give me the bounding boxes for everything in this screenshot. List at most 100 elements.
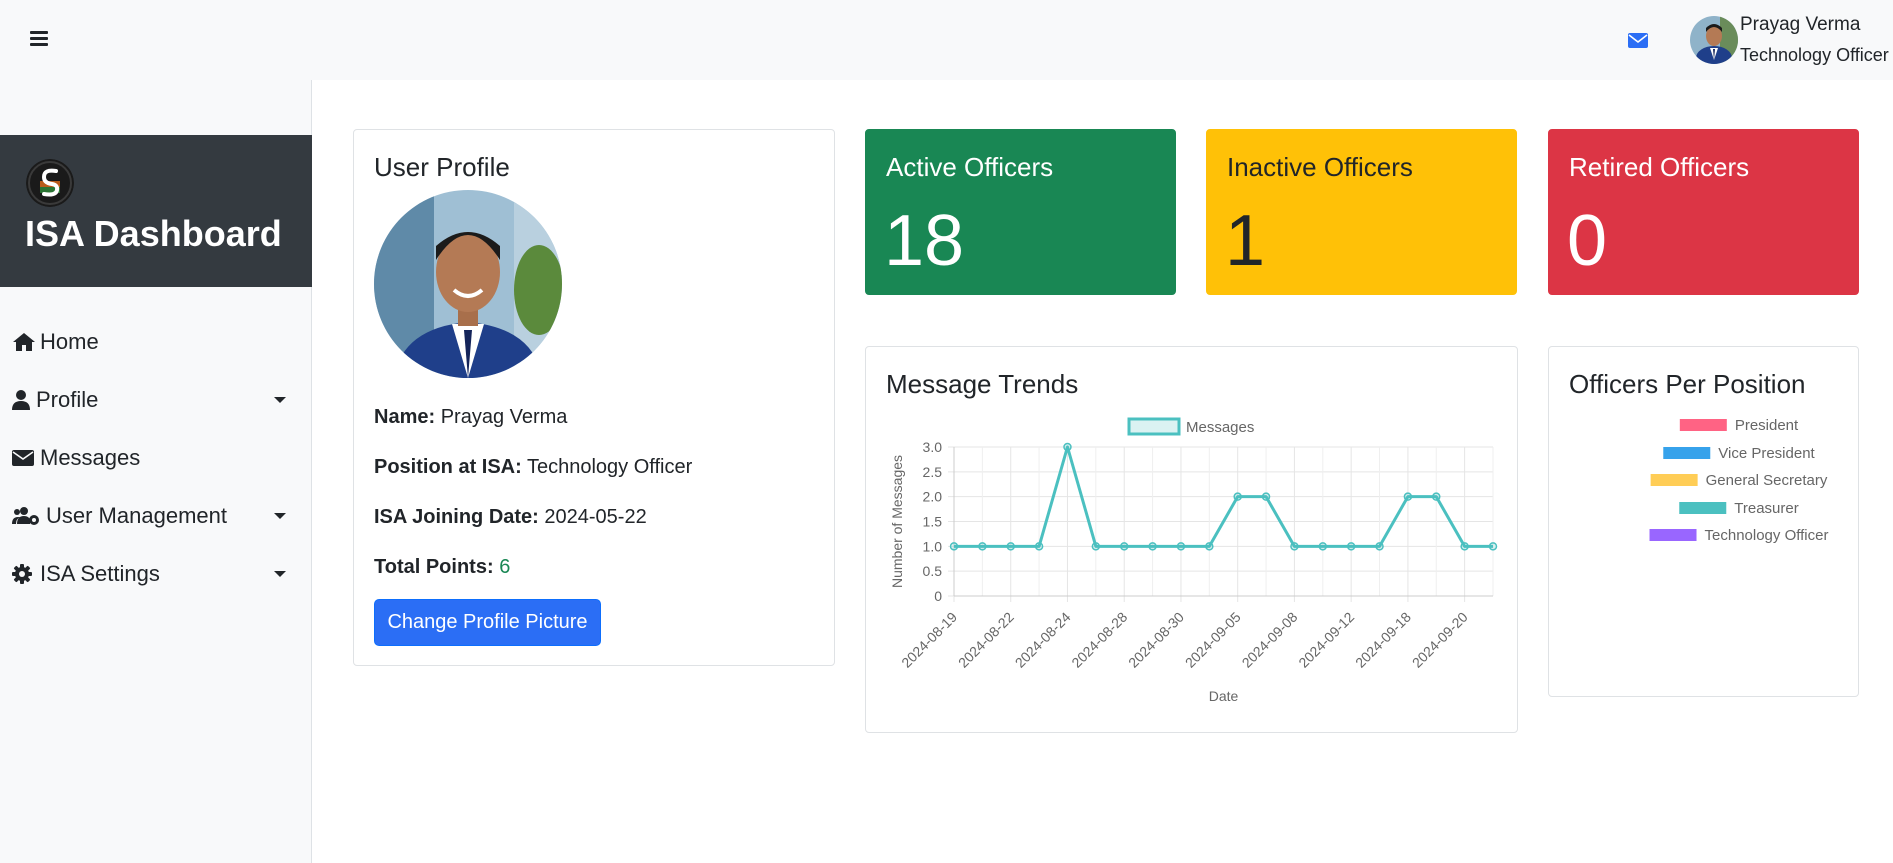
retired-officers-card: Retired Officers 0 — [1548, 129, 1859, 295]
sidebar: ISA Dashboard Home Profile Messages User… — [0, 80, 312, 863]
data-point — [1432, 492, 1441, 501]
position-legend-swatch — [1679, 502, 1727, 514]
officers-per-position-card: Officers Per Position President Vice Pres… — [1548, 346, 1859, 697]
chevron-down-icon — [274, 397, 286, 403]
isa-logo — [26, 159, 74, 207]
total-points-label: Total Points: — [374, 556, 494, 578]
data-point — [1346, 542, 1356, 551]
sidebar-item-label: Profile — [36, 387, 99, 412]
y-tick-label: 1.0 — [923, 538, 943, 554]
data-point — [1119, 542, 1129, 551]
total-points-value: 6 — [499, 556, 511, 578]
x-tick-label: 2024-08-22 — [955, 609, 1017, 671]
user-avatar[interactable] — [1690, 16, 1738, 64]
y-tick-label: 2.5 — [923, 464, 943, 480]
user-name: Prayag Verma — [1740, 14, 1861, 35]
data-point — [1034, 542, 1044, 551]
data-point — [949, 542, 959, 551]
x-tick-label: 2024-09-12 — [1295, 609, 1357, 671]
profile-position-line: Position at ISA: Technology Officer — [374, 456, 692, 479]
user-icon — [12, 390, 36, 410]
inactive-officers-card: Inactive Officers 1 — [1206, 129, 1517, 295]
sidebar-brand: ISA Dashboard — [0, 135, 312, 287]
hamburger-menu-icon[interactable] — [30, 31, 48, 47]
chevron-down-icon — [274, 571, 286, 577]
change-profile-picture-button[interactable]: Change Profile Picture — [374, 599, 601, 646]
legend-swatch-messages — [1127, 417, 1181, 436]
y-tick-label: 1.5 — [923, 514, 943, 530]
sidebar-item-label: User Management — [46, 503, 227, 528]
message-trends-card: Message Trends Messages 0 0.5 1.0 1.5 2.0 2.5 3… — [865, 346, 1518, 733]
data-point — [1318, 542, 1328, 551]
data-point — [1375, 542, 1384, 551]
x-tick-label: 2024-09-20 — [1409, 609, 1471, 671]
x-tick-label: 2024-08-28 — [1068, 609, 1130, 671]
data-point — [1261, 492, 1271, 501]
data-point — [1233, 492, 1242, 501]
user-profile-card: User Profile Name: Prayag Verma Position… — [353, 129, 835, 666]
name-label: Name: — [374, 406, 436, 428]
position-legend-swatch — [1679, 419, 1727, 431]
position-legend-label: General Secretary — [1706, 472, 1828, 489]
legend-label-messages: Messages — [1186, 419, 1254, 436]
sidebar-item-profile[interactable]: Profile — [12, 380, 302, 420]
position-value: Technology Officer — [527, 456, 693, 478]
data-point — [1091, 542, 1101, 551]
sidebar-item-home[interactable]: Home — [12, 322, 302, 362]
x-tick-label: 2024-09-05 — [1182, 609, 1244, 671]
name-value: Prayag Verma — [440, 406, 568, 428]
x-axis-label: Date — [1209, 688, 1239, 704]
retired-officers-title: Retired Officers — [1569, 152, 1750, 182]
active-officers-card: Active Officers 18 — [865, 129, 1176, 295]
x-tick-label: 2024-09-08 — [1239, 609, 1301, 671]
position-legend-label: President — [1735, 417, 1799, 434]
message-trends-chart: Messages00.51.01.52.02.53.02024-08-19202… — [889, 417, 1498, 704]
data-point — [1460, 542, 1469, 551]
data-point — [978, 542, 987, 551]
y-tick-label: 3.0 — [923, 439, 943, 455]
active-officers-count: 18 — [884, 201, 965, 281]
position-legend-label: Technology Officer — [1705, 527, 1829, 544]
data-point — [1290, 542, 1299, 551]
data-point — [1176, 542, 1186, 551]
data-point — [1063, 442, 1072, 452]
retired-officers-count: 0 — [1567, 201, 1608, 281]
profile-name-line: Name: Prayag Verma — [374, 406, 567, 429]
users-cog-icon — [12, 506, 46, 526]
officers-per-position-chart: President Vice President General Secretary… — [1649, 417, 1829, 544]
joining-date-value: 2024-05-22 — [544, 506, 647, 528]
x-tick-label: 2024-08-30 — [1125, 609, 1187, 671]
brand-title: ISA Dashboard — [25, 213, 282, 254]
profile-points-line: Total Points: 6 — [374, 556, 510, 579]
y-tick-label: 0.5 — [923, 563, 943, 579]
active-officers-title: Active Officers — [886, 152, 1054, 182]
profile-picture — [374, 190, 562, 378]
data-point — [1148, 542, 1157, 551]
chevron-down-icon — [274, 513, 286, 519]
sidebar-item-messages[interactable]: Messages — [12, 438, 302, 478]
data-point — [1205, 542, 1214, 551]
sidebar-item-isa-settings[interactable]: ISA Settings — [12, 554, 302, 594]
x-tick-label: 2024-09-18 — [1352, 609, 1414, 671]
user-role: Technology Officer — [1740, 45, 1889, 65]
sidebar-item-user-management[interactable]: User Management — [12, 496, 302, 536]
data-point — [1403, 492, 1413, 501]
top-navbar: Prayag Verma Technology Officer — [0, 0, 1893, 80]
position-legend-swatch — [1649, 529, 1697, 541]
position-legend-label: Vice President — [1718, 445, 1815, 462]
profile-card-title: User Profile — [374, 152, 510, 182]
position-label: Position at ISA: — [374, 456, 522, 478]
sidebar-item-label: Home — [40, 329, 99, 354]
y-tick-label: 2.0 — [923, 489, 943, 505]
x-tick-label: 2024-08-19 — [898, 609, 960, 671]
inactive-officers-count: 1 — [1225, 201, 1266, 281]
joining-date-label: ISA Joining Date: — [374, 506, 539, 528]
position-legend-swatch — [1650, 474, 1698, 486]
main-content: User Profile Name: Prayag Verma Position… — [312, 80, 1893, 863]
inactive-officers-title: Inactive Officers — [1227, 152, 1413, 182]
envelope-icon[interactable] — [1628, 33, 1648, 53]
home-icon — [12, 332, 40, 352]
profile-joining-line: ISA Joining Date: 2024-05-22 — [374, 506, 647, 529]
data-point — [1488, 542, 1498, 551]
position-legend-label: Treasurer — [1734, 500, 1798, 517]
